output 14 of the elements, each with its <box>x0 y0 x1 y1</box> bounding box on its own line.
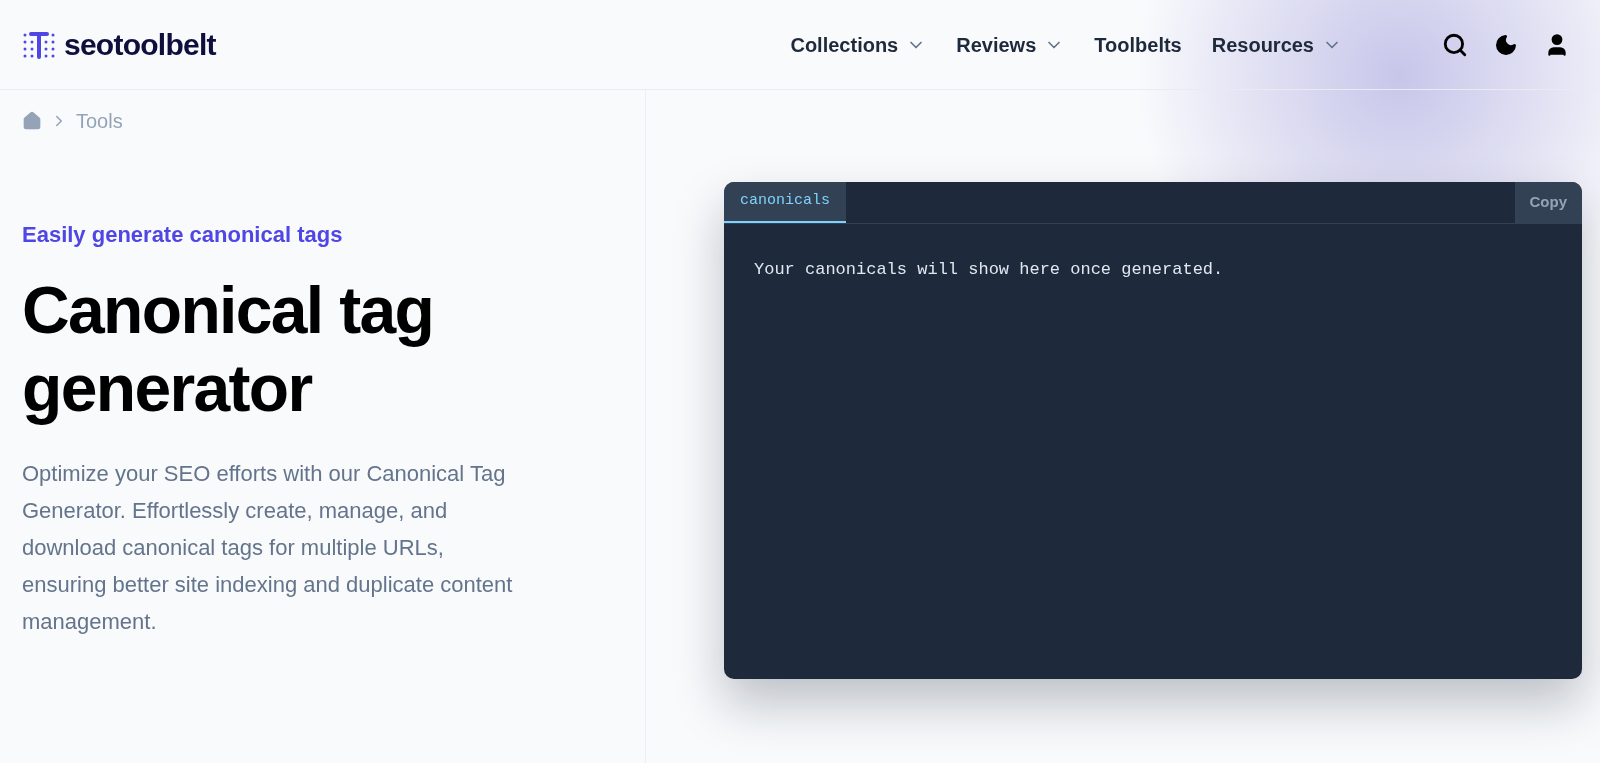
code-output: Your canonicals will show here once generated. <box>753 259 1225 281</box>
page-title: Canonical tag generator <box>22 272 435 427</box>
nav-link[interactable]: Toolbelts <box>1094 29 1182 60</box>
description-text: Optimize your SEO efforts with our Canonical Tag Generator. Effortlessly create, manage, and download canonical tags for multiple URLs, ensuring better site indexing and duplicate content management. <box>22 460 514 636</box>
nav-link[interactable]: Reviews <box>956 29 1065 60</box>
nav-link[interactable]: Resources <box>1211 29 1342 60</box>
nav-link[interactable]: Collections <box>790 29 927 60</box>
logo-icon <box>22 29 56 60</box>
eyebrow-text: Easily generate canonical tags <box>22 221 344 249</box>
copy-button[interactable]: Copy <box>1514 182 1582 223</box>
logo-text[interactable]: seotoolbelt <box>64 22 216 67</box>
search-icon[interactable] <box>1442 31 1468 58</box>
code-tab[interactable]: canonicals <box>724 182 846 223</box>
moon-icon[interactable] <box>1494 32 1518 57</box>
